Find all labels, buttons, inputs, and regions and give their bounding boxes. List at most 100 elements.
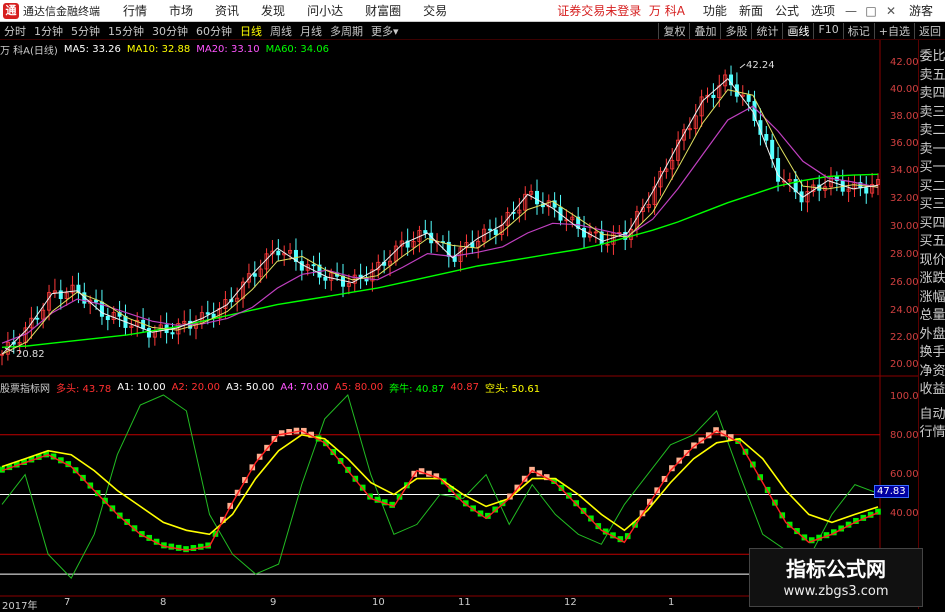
candle-body [582,227,587,238]
ind-bull: 奔牛: 40.87 [389,383,445,395]
field-change-pct[interactable]: 涨幅 [919,289,945,308]
order-ratio[interactable]: 委比 [919,48,945,67]
tab-quotes[interactable]: 行情 [919,424,945,443]
ask-5[interactable]: 卖五 [919,67,945,86]
x-label-year: 2017年 [2,601,38,612]
watermark-url: www.zbgs3.com [783,584,889,599]
ask-4[interactable]: 卖四 [919,85,945,104]
ask-2[interactable]: 卖二 [919,122,945,141]
ma20-line [1,105,879,344]
x-label-jan: 1 [668,597,675,608]
field-outer[interactable]: 外盘 [919,326,945,345]
ind-long: 多头: 43.78 [56,383,112,395]
x-label-nov: 11 [458,597,471,608]
ma-title: 万 科A(日线) [0,45,58,57]
ma-legend: 万 科A(日线) MA5: 33.26 MA10: 32.88 MA20: 33… [0,41,335,57]
candle-body [776,158,781,182]
x-label-sep: 9 [270,597,277,608]
candle-body [864,187,869,194]
x-label-oct: 10 [372,597,385,608]
candle-body [535,190,540,205]
candle-body [746,94,751,102]
oscillator-line [1,394,879,579]
bid-4[interactable]: 买四 [919,215,945,234]
candle-body [493,229,498,235]
ma60-value: MA60: 34.06 [265,43,329,55]
ma20-value: MA20: 33.10 [196,43,260,55]
ind-a3: A3: 50.00 [225,381,275,393]
watermark: 指标公式网 www.zbgs3.com [749,548,923,607]
candle-body [170,332,175,335]
price-tick: 30.00 [890,221,919,232]
price-tick: 40.00 [890,84,919,95]
candle-body [146,328,151,338]
ma10-value: MA10: 32.88 [126,43,191,55]
watermark-title: 指标公式网 [786,557,886,581]
candle-body [205,312,210,315]
price-tick: 32.00 [890,193,919,204]
ma5-line [1,77,879,355]
high-price-label: 42.24 [746,60,775,71]
ind-tick: 40.00 [890,508,919,519]
low-price-label: 20.82 [16,349,45,360]
x-label-jul: 7 [64,597,71,608]
x-label-aug: 8 [160,597,167,608]
ind-a4: A4: 70.00 [280,381,329,393]
price-tick: 20.00 [890,359,919,370]
right-panel: 委比 卖五 卖四 卖三 卖二 卖一 买一 买二 买三 买四 买五 现价 涨跌 涨… [918,40,945,609]
field-netasset[interactable]: 净资 [919,363,945,382]
indicator-legend: 股票指标网 多头: 43.78 A1: 10.00 A2: 20.00 A3: … [0,379,546,395]
ma5-value: MA5: 33.26 [63,43,121,55]
ind-a5: A5: 80.00 [334,381,384,393]
bull-line [1,429,879,551]
price-tick: 28.00 [890,249,919,260]
candle-body [711,94,716,98]
ind-bull-value: 40.87 [450,381,479,393]
candle-body [58,290,63,299]
bid-3[interactable]: 买三 [919,196,945,215]
field-price[interactable]: 现价 [919,252,945,271]
candle-body [340,275,345,287]
ind-title: 股票指标网 [0,383,50,395]
bid-2[interactable]: 买二 [919,178,945,197]
ind-tick: 60.00 [890,469,919,480]
current-value-badge: 47.83 [874,485,909,498]
price-tick: 24.00 [890,305,919,316]
candle-body [323,276,328,281]
price-tick: 38.00 [890,111,919,122]
candle-body [770,139,775,159]
candle-body [299,261,304,271]
price-tick: 26.00 [890,277,919,288]
field-change[interactable]: 涨跌 [919,270,945,289]
ma60-line [1,173,879,348]
ind-a1: A1: 10.00 [117,381,166,393]
candle-body [764,134,769,141]
candle-body [423,230,428,234]
price-tick: 36.00 [890,138,919,149]
candle-body [35,317,40,320]
field-eps[interactable]: 收益 [919,381,945,400]
tab-auto[interactable]: 自动 [919,406,945,425]
field-volume[interactable]: 总量 [919,307,945,326]
bid-1[interactable]: 买一 [919,159,945,178]
price-tick: 42.00 [890,57,919,68]
ask-1[interactable]: 卖一 [919,141,945,160]
tool-back[interactable]: 返回 [914,22,945,39]
ask-3[interactable]: 卖三 [919,104,945,123]
price-tick: 22.00 [890,332,919,343]
candle-body [487,228,492,231]
candle-body [311,264,316,267]
x-label-dec: 12 [564,597,577,608]
ind-short: 空头: 50.61 [484,383,541,395]
candle-body [252,273,257,277]
chart-svg[interactable] [0,0,918,609]
price-tick: 34.00 [890,165,919,176]
high-marker [739,63,746,69]
ind-a2: A2: 20.00 [171,381,220,393]
candle-body [276,250,281,256]
ind-tick: 80.00 [890,430,919,441]
ind-tick: 100.0 [890,391,919,402]
field-turnover[interactable]: 换手 [919,344,945,363]
candle-body [105,315,110,321]
bid-5[interactable]: 买五 [919,233,945,252]
